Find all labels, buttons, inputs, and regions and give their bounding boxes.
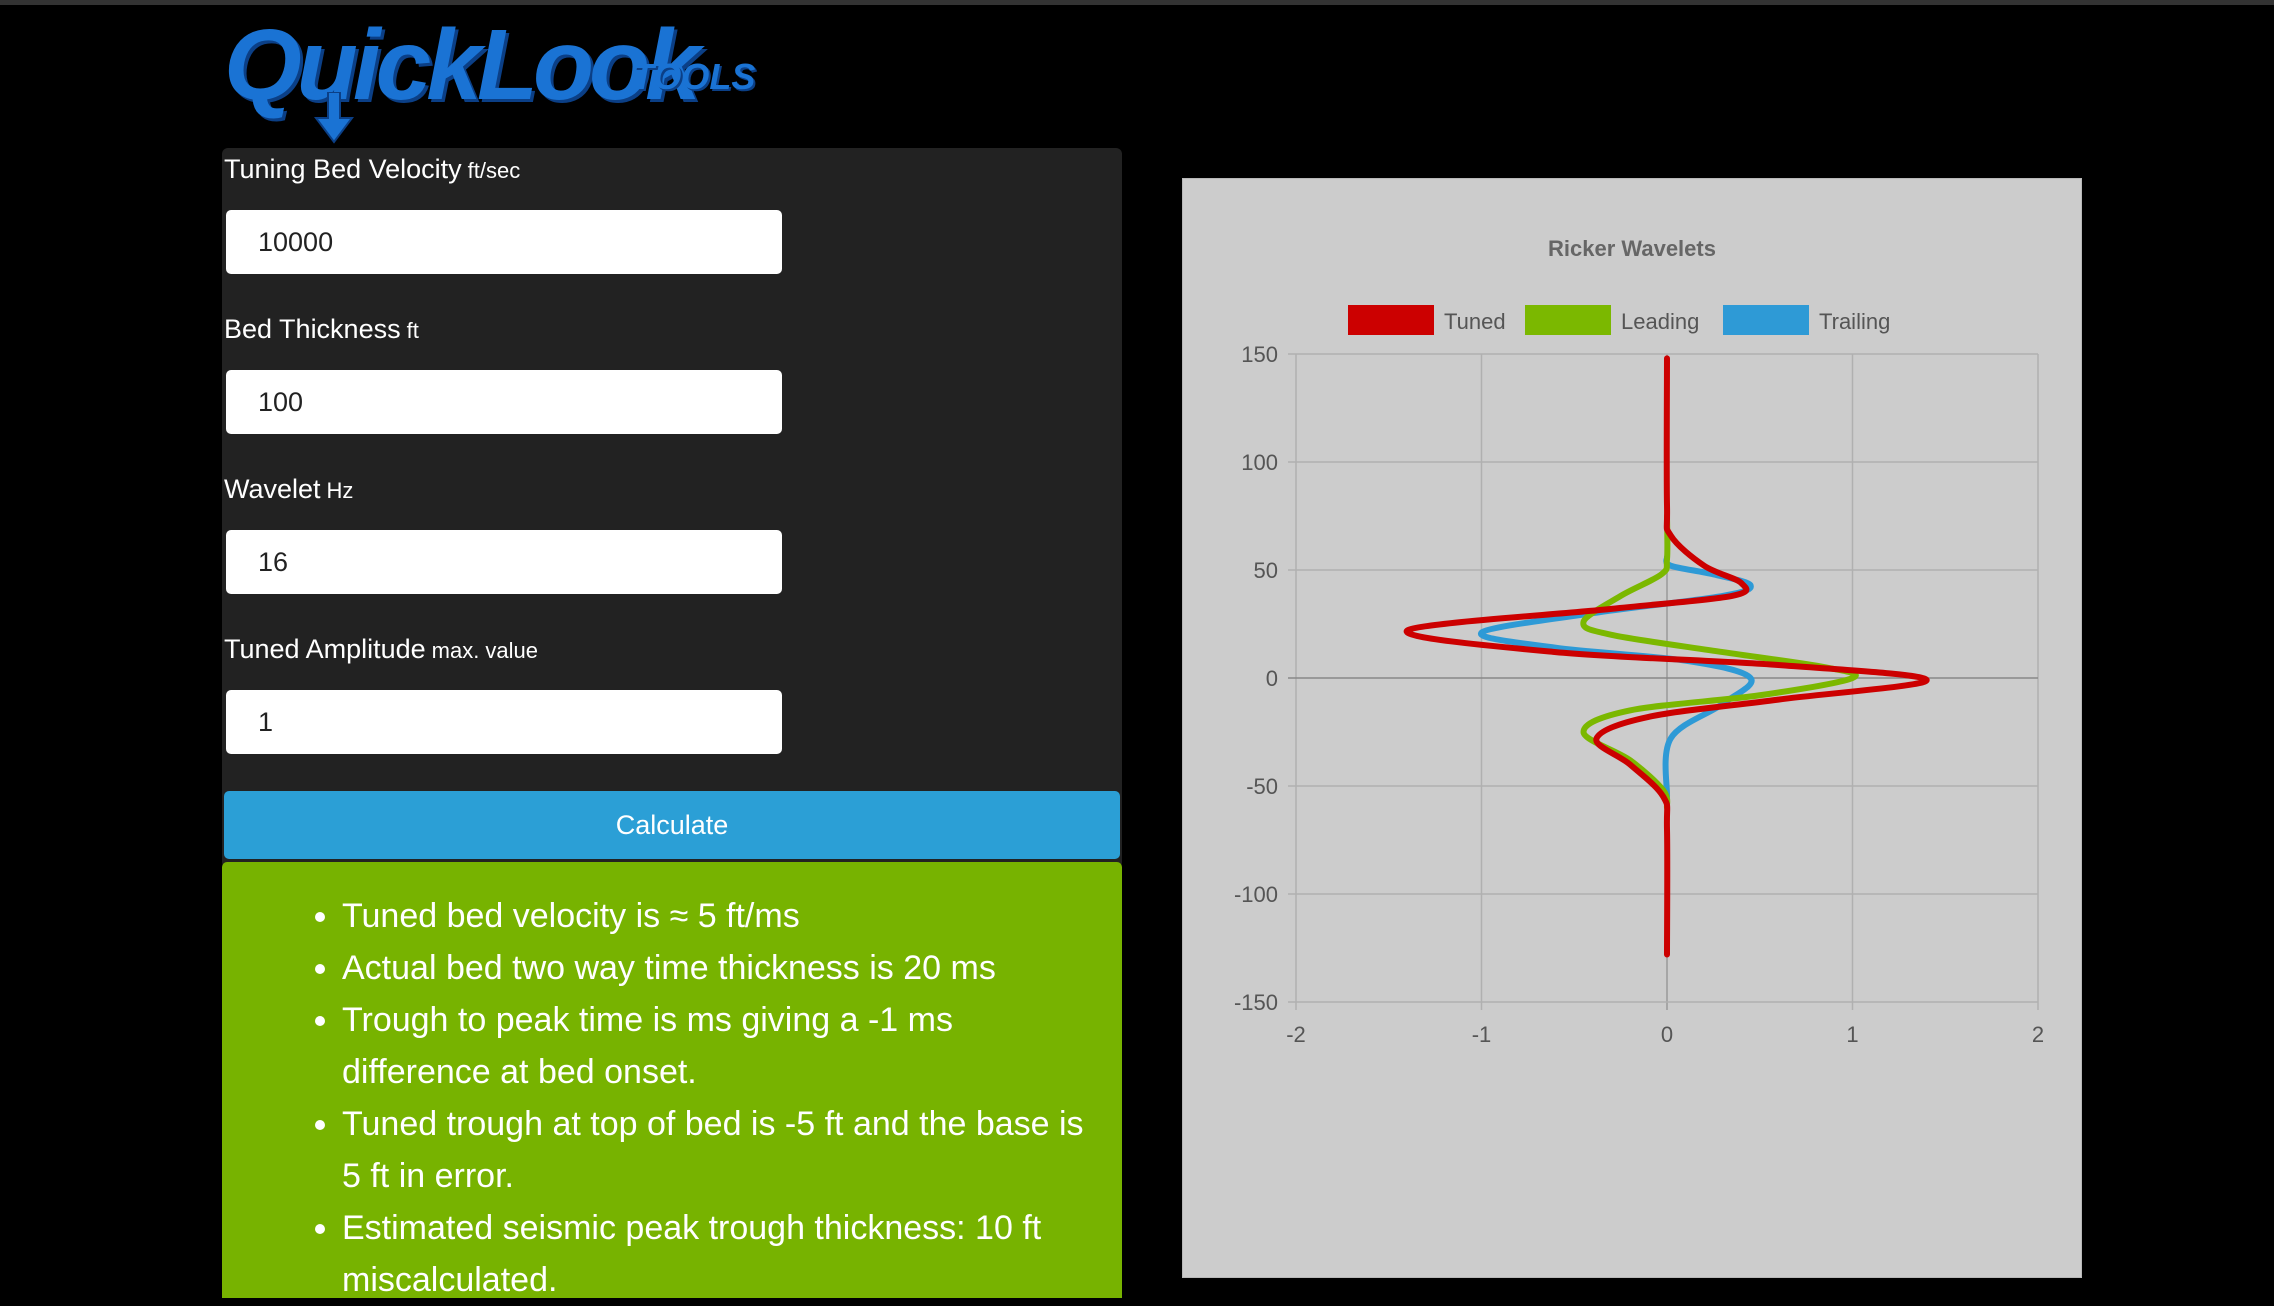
y-tick-label: 100 — [1241, 450, 1278, 475]
wavelet-input[interactable] — [226, 530, 782, 594]
series-line-tuned — [1403, 355, 1930, 958]
legend-swatch — [1348, 305, 1434, 335]
wavelet-label: Wavelet Hz — [224, 474, 354, 504]
x-tick-label: 0 — [1661, 1022, 1673, 1047]
y-tick-label: 50 — [1254, 558, 1278, 583]
result-item: Tuned trough at top of bed is -5 ft and … — [342, 1098, 1102, 1202]
chart-title: Ricker Wavelets — [1548, 236, 1716, 261]
chart-panel: Ricker Wavelets -2 -1 0 1 2 150 100 50 0 -50 -100 -1… — [1182, 178, 2082, 1278]
velocity-label: Tuning Bed Velocity ft/sec — [224, 154, 521, 184]
ricker-wavelet-chart: Ricker Wavelets -2 -1 0 1 2 150 100 50 0 -50 -100 -1… — [1234, 236, 2044, 1047]
result-item: Actual bed two way time thickness is 20 … — [342, 942, 1102, 994]
y-tick-label: -50 — [1246, 774, 1278, 799]
thickness-input[interactable] — [226, 370, 782, 434]
y-tick-label: -150 — [1234, 990, 1278, 1015]
result-item: Trough to peak time is ms giving a -1 ms… — [342, 994, 1102, 1098]
legend-label: Tuned — [1444, 309, 1506, 334]
legend-label: Leading — [1621, 309, 1699, 334]
results-list: Tuned bed velocity is ≈ 5 ft/ms Actual b… — [312, 890, 1102, 1306]
series-line-trailing — [1478, 554, 1755, 800]
wavelet-unit: Hz — [326, 478, 354, 503]
logo-suffix: TOOLS — [632, 56, 756, 97]
results-panel: Tuned bed velocity is ≈ 5 ft/ms Actual b… — [222, 862, 1122, 1299]
velocity-input[interactable] — [226, 210, 782, 274]
thickness-label: Bed Thickness ft — [224, 314, 419, 344]
logo-arrow-icon — [314, 92, 354, 144]
amplitude-unit: max. value — [431, 638, 539, 663]
logo-wordmark: QuickLook — [224, 9, 701, 121]
amplitude-label: Tuned Amplitude max. value — [224, 634, 539, 664]
y-tick-label: 150 — [1241, 342, 1278, 367]
x-tick-label: 1 — [1846, 1022, 1858, 1047]
top-border — [0, 0, 2274, 5]
result-item: Estimated seismic peak trough thickness:… — [342, 1202, 1102, 1306]
x-tick-label: -1 — [1472, 1022, 1492, 1047]
calculate-button[interactable]: Calculate — [224, 791, 1120, 859]
legend-label: Trailing — [1819, 309, 1890, 334]
result-item: Tuned bed velocity is ≈ 5 ft/ms — [342, 890, 1102, 942]
thickness-unit: ft — [406, 318, 419, 343]
velocity-unit: ft/sec — [467, 158, 521, 183]
input-form: Tuning Bed Velocityft/sec Bed Thicknessf… — [222, 148, 1122, 868]
y-tick-label: 0 — [1266, 666, 1278, 691]
amplitude-input[interactable] — [226, 690, 782, 754]
x-tick-label: 2 — [2032, 1022, 2044, 1047]
x-tick-label: -2 — [1286, 1022, 1306, 1047]
legend-swatch — [1525, 305, 1611, 335]
legend-swatch — [1723, 305, 1809, 335]
y-tick-label: -100 — [1234, 882, 1278, 907]
